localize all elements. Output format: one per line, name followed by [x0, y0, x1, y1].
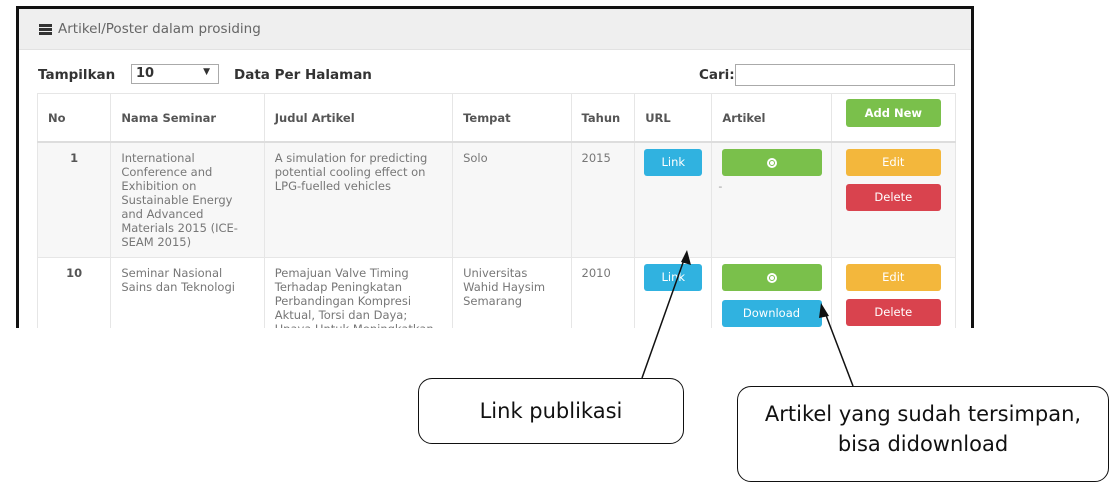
row-no: 10	[36, 257, 112, 328]
prosiding-table: No Nama Seminar Judul Artikel Tempat Tah…	[36, 93, 957, 328]
row-url-cell: Link	[634, 141, 713, 258]
table-row: 1 International Conference and Exhibitio…	[36, 141, 957, 258]
link-button[interactable]: Link	[644, 149, 703, 176]
callout-link-publikasi: Link publikasi	[418, 378, 684, 444]
row-tahun: 2010	[570, 257, 636, 328]
row-judul: A simulation for predicting potential co…	[263, 141, 454, 258]
col-nama-seminar: Nama Seminar	[110, 93, 265, 143]
edit-button[interactable]: Edit	[845, 149, 941, 176]
list-icon	[39, 23, 52, 35]
row-url-cell: Link	[634, 257, 713, 328]
search-label: Cari:	[699, 67, 735, 83]
row-no: 1	[36, 141, 112, 258]
link-button[interactable]: Link	[644, 264, 703, 291]
artikel-note: -	[718, 180, 723, 193]
row-tahun: 2015	[570, 141, 636, 258]
col-url: URL	[634, 93, 713, 143]
per-page-label: Data Per Halaman	[234, 67, 372, 83]
panel-heading: Artikel/Poster dalam prosiding	[19, 9, 971, 50]
col-no: No	[36, 93, 112, 143]
show-label: Tampilkan	[38, 67, 116, 83]
chevron-down-icon: ▼	[203, 67, 210, 77]
prosiding-panel: Artikel/Poster dalam prosiding Tampilkan…	[16, 6, 974, 328]
col-judul-artikel: Judul Artikel	[263, 93, 454, 143]
callout-download-line2: bisa didownload	[837, 432, 1009, 456]
callout-download-line1: Artikel yang sudah tersimpan,	[764, 402, 1082, 426]
row-tempat: Solo	[452, 141, 572, 258]
row-tempat: Universitas Wahid Haysim Semarang	[452, 257, 572, 328]
search-input[interactable]	[735, 64, 955, 86]
row-judul: Pemajuan Valve Timing Terhadap Peningkat…	[263, 257, 454, 328]
eye-icon	[766, 158, 777, 168]
row-seminar: International Conference and Exhibition …	[110, 141, 265, 258]
row-artikel-cell: Download	[711, 257, 832, 328]
view-article-button[interactable]	[721, 264, 822, 291]
page-size-value: 10	[136, 66, 155, 81]
add-new-button[interactable]: Add New	[845, 99, 941, 127]
table-row: 10 Seminar Nasional Sains dan Teknologi …	[36, 257, 957, 328]
callout-download: Artikel yang sudah tersimpan, bisa didow…	[737, 386, 1109, 482]
col-tahun: Tahun	[570, 93, 636, 143]
col-tempat: Tempat	[452, 93, 572, 143]
delete-button[interactable]: Delete	[845, 299, 941, 326]
row-artikel-cell: -	[711, 141, 832, 258]
table-controls: Tampilkan 10 ▼ Data Per Halaman Cari:	[38, 64, 955, 86]
row-actions-cell: Edit Delete	[830, 141, 957, 258]
col-artikel: Artikel	[711, 93, 832, 143]
table-header-row: No Nama Seminar Judul Artikel Tempat Tah…	[36, 93, 957, 143]
row-actions-cell: Edit Delete	[830, 257, 957, 328]
view-article-button[interactable]	[721, 149, 822, 176]
eye-icon	[766, 273, 777, 283]
row-seminar: Seminar Nasional Sains dan Teknologi	[110, 257, 265, 328]
panel-title: Artikel/Poster dalam prosiding	[58, 21, 261, 37]
download-button[interactable]: Download	[721, 300, 822, 327]
edit-button[interactable]: Edit	[845, 264, 941, 291]
page-size-select[interactable]: 10 ▼	[131, 64, 219, 84]
col-actions: Add New	[830, 93, 957, 143]
delete-button[interactable]: Delete	[845, 184, 941, 211]
